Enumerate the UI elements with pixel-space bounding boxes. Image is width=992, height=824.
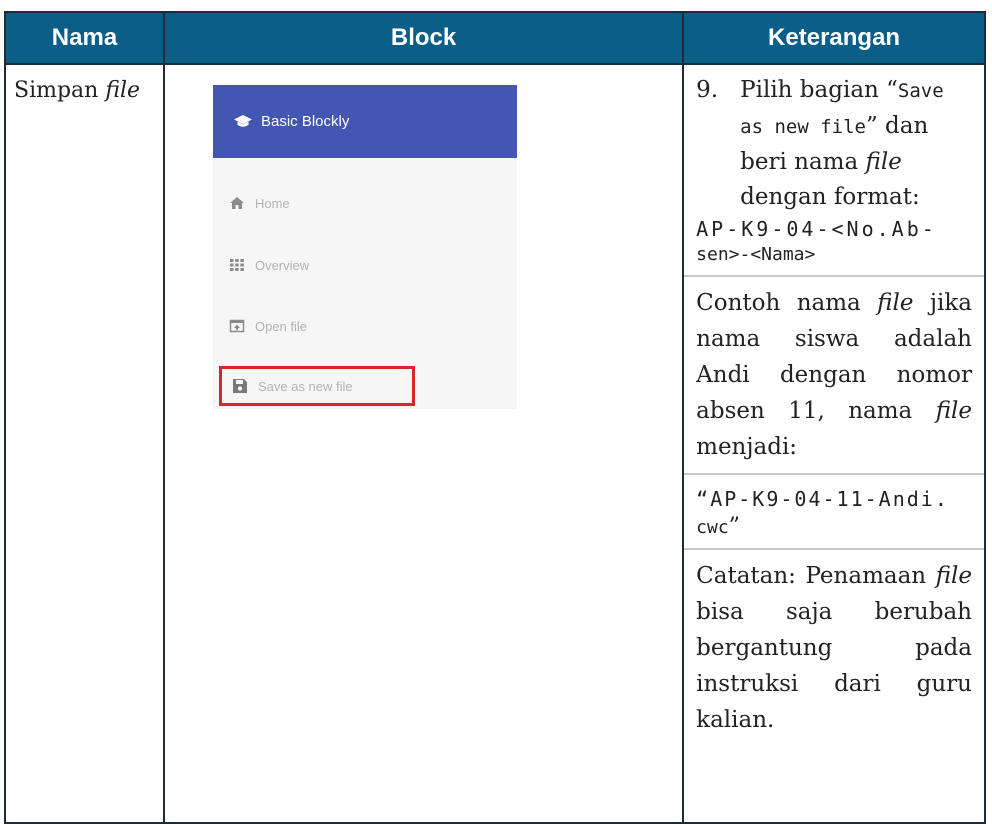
header-keterangan: Keterangan: [682, 11, 986, 65]
example-code-block: “AP-K9-04-11-Andi. cwc”: [684, 475, 984, 550]
nama-text: Simpan: [14, 78, 99, 103]
menu-item-open-file[interactable]: Open file: [213, 306, 517, 346]
example-italic: file: [935, 398, 972, 424]
example-code-line-2: cwc”: [696, 515, 972, 540]
menu-label-overview: Overview: [254, 257, 310, 273]
menu-item-overview[interactable]: Overview: [213, 245, 517, 285]
example-block: Contoh nama file jika nama siswa adalah …: [684, 277, 984, 475]
instruction-table: Nama Block Keterangan Simpan file Basic …: [4, 11, 986, 824]
step-text-part: dengan format:: [740, 184, 920, 210]
example-text: Contoh nama: [696, 290, 878, 316]
example-code: AP-K9-04-11-Andi.: [710, 487, 949, 511]
open-quote: “: [696, 487, 711, 511]
header-nama: Nama: [4, 11, 165, 65]
nama-cell: Simpan file: [4, 63, 165, 824]
close-quote: ”: [728, 514, 740, 539]
keterangan-cell: 9. Pilih bagian “Save as new file” dan b…: [682, 63, 986, 824]
save-icon: [232, 378, 248, 394]
menu-label-open-file: Open file: [254, 318, 308, 334]
example-italic: file: [877, 290, 914, 316]
step-number: 9.: [696, 77, 719, 103]
app-title: Basic Blockly: [260, 113, 350, 130]
nama-italic: file: [105, 78, 141, 103]
format-code-line-2: sen>-<Nama>: [696, 244, 816, 265]
graduation-cap-icon: [233, 114, 253, 130]
menu-item-home[interactable]: Home: [213, 183, 517, 223]
step-italic: file: [865, 149, 902, 175]
example-code: cwc: [696, 517, 729, 538]
menu-item-save-as-new-file[interactable]: Save as new file: [218, 366, 415, 406]
example-text: menjadi:: [696, 434, 798, 460]
step-block: 9. Pilih bagian “Save as new file” dan b…: [684, 65, 984, 277]
menu-label-home: Home: [254, 195, 290, 211]
header-row: Nama Block Keterangan: [4, 11, 986, 65]
step-text-part: Pilih bagian “: [740, 77, 898, 103]
open-file-icon: [229, 319, 245, 333]
block-cell: Basic Blockly Home Overview Open file Sa…: [162, 63, 685, 824]
app-header: Basic Blockly: [212, 85, 517, 158]
header-block: Block: [162, 11, 685, 65]
note-block: Catatan: Penamaan file bisa saja berubah…: [684, 550, 984, 746]
step-item: 9. Pilih bagian “Save as new file” dan b…: [696, 73, 972, 215]
note-text: bisa saja berubah bergantung pada instru…: [696, 599, 972, 733]
table-row: Simpan file Basic Blockly Home Overview …: [4, 63, 986, 824]
format-code-line-1: AP-K9-04-<No.Ab-: [696, 217, 937, 241]
step-text: Pilih bagian “Save as new file” dan beri…: [740, 73, 972, 215]
blockly-sidebar-screenshot: Basic Blockly Home Overview Open file Sa…: [212, 85, 517, 409]
note-italic: file: [935, 563, 972, 589]
note-text: Catatan: Penamaan: [696, 563, 936, 589]
example-code-line-1: “AP-K9-04-11-Andi.: [696, 483, 972, 515]
menu-label-save-as-new-file: Save as new file: [257, 378, 353, 394]
home-icon: [229, 196, 245, 210]
grid-icon: [229, 258, 245, 272]
